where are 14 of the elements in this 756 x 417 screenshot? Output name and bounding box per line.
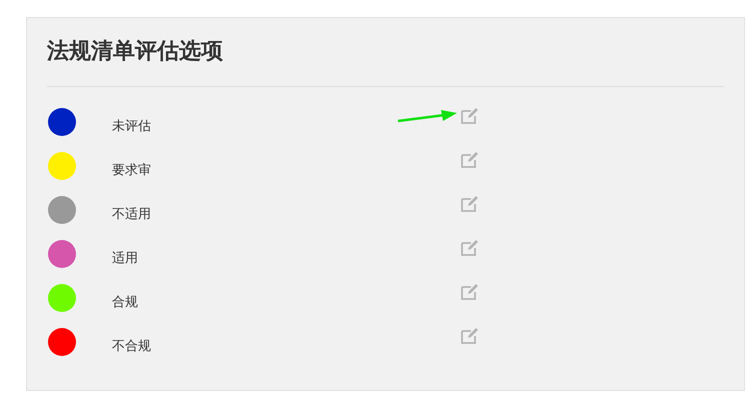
- option-label: 合规: [112, 293, 139, 311]
- edit-icon[interactable]: [461, 152, 479, 168]
- option-label: 不适用: [112, 205, 152, 223]
- option-label: 不合规: [112, 337, 152, 355]
- arrow-drawing: [397, 108, 459, 124]
- option-label: 适用: [112, 249, 139, 267]
- edit-icon[interactable]: [461, 284, 479, 300]
- option-label: 未评估: [112, 117, 152, 135]
- panel-title: 法规清单评估选项: [47, 37, 224, 65]
- edit-icon[interactable]: [461, 196, 479, 212]
- edit-icon[interactable]: [461, 108, 479, 124]
- option-label: 要求审: [112, 161, 152, 179]
- edit-icon[interactable]: [461, 240, 479, 256]
- edit-icon[interactable]: [461, 328, 479, 344]
